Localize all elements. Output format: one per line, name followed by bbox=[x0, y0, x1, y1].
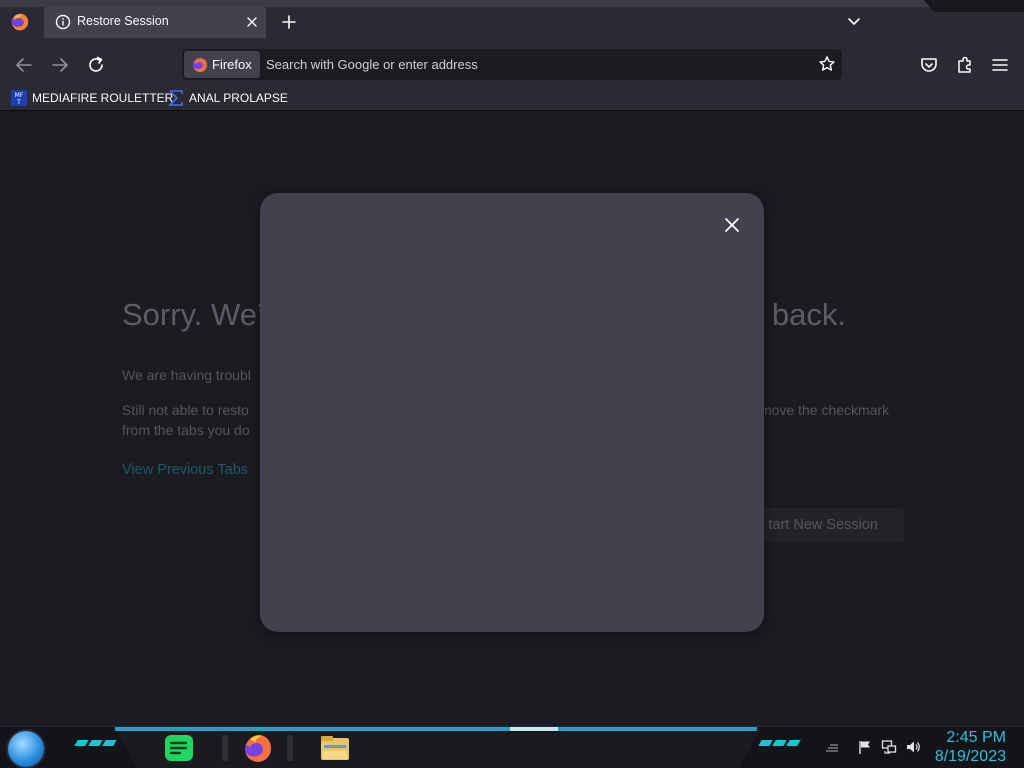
extensions-icon[interactable] bbox=[954, 54, 976, 76]
titlebar-corner-decoration bbox=[924, 0, 1024, 12]
forward-arrow-icon[interactable] bbox=[49, 54, 71, 76]
error-hint-right: move the checkmark bbox=[760, 402, 890, 418]
decoration-dots-left bbox=[74, 740, 117, 746]
clock-time: 2:45 PM bbox=[946, 729, 1006, 746]
file-explorer-icon[interactable] bbox=[319, 732, 351, 764]
error-hint-left: Still not able to resto bbox=[122, 402, 249, 418]
chevron-down-icon[interactable] bbox=[844, 12, 864, 32]
tab-strip: Restore Session bbox=[0, 0, 1024, 44]
show-hidden-icons-icon[interactable] bbox=[824, 739, 840, 755]
taskbar-accent-marker bbox=[510, 727, 558, 731]
taskbar-separator bbox=[287, 735, 293, 761]
tab-restore-session[interactable]: Restore Session bbox=[44, 6, 266, 38]
tab-title: Restore Session bbox=[77, 14, 169, 28]
taskbar-dock bbox=[118, 732, 758, 768]
view-previous-tabs-link[interactable]: View Previous Tabs bbox=[122, 462, 248, 478]
system-clock[interactable]: 2:45 PM 8/19/2023 bbox=[935, 728, 1006, 766]
back-arrow-icon[interactable] bbox=[13, 54, 35, 76]
bookmarks-toolbar: MF T MEDIAFIRE ROULETTER ANAL PROLAPSE bbox=[0, 85, 1024, 111]
bookmark-label: ANAL PROLAPSE bbox=[189, 91, 288, 105]
firefox-menu-icon[interactable] bbox=[10, 12, 30, 32]
new-tab-icon[interactable] bbox=[279, 12, 299, 32]
url-bar[interactable]: Firefox bbox=[182, 49, 842, 80]
search-input[interactable] bbox=[266, 51, 806, 78]
reload-icon[interactable] bbox=[85, 54, 107, 76]
identity-label: Firefox bbox=[212, 57, 252, 72]
start-button[interactable] bbox=[8, 731, 44, 767]
bookmark-star-icon[interactable] bbox=[818, 55, 836, 73]
taskbar: 2:45 PM 8/19/2023 bbox=[0, 726, 1024, 768]
pocket-icon[interactable] bbox=[918, 54, 940, 76]
decoration-dots-right bbox=[758, 740, 801, 746]
hamburger-menu-icon[interactable] bbox=[989, 54, 1011, 76]
mediafire-icon: MF T bbox=[11, 90, 27, 106]
svg-text:MF: MF bbox=[15, 92, 24, 99]
taskbar-separator bbox=[222, 735, 228, 761]
modal-dialog bbox=[260, 193, 764, 632]
network-icon[interactable] bbox=[881, 739, 897, 755]
bookmark-item-sigma[interactable]: ANAL PROLAPSE bbox=[168, 88, 288, 108]
info-icon bbox=[55, 14, 71, 30]
identity-box[interactable]: Firefox bbox=[184, 51, 260, 78]
clock-date: 8/19/2023 bbox=[934, 748, 1006, 765]
notes-app-icon[interactable] bbox=[163, 732, 195, 764]
volume-icon[interactable] bbox=[905, 739, 921, 755]
page-title-left: Sorry. We’ bbox=[122, 297, 264, 332]
start-new-session-button[interactable]: tart New Session bbox=[748, 508, 904, 542]
navigation-toolbar: Firefox bbox=[0, 44, 1024, 85]
error-hint-line2: from the tabs you do bbox=[122, 422, 250, 438]
svg-text:T: T bbox=[16, 99, 21, 106]
bookmark-label: MEDIAFIRE ROULETTER bbox=[32, 91, 174, 105]
firefox-logo-icon bbox=[193, 58, 207, 72]
bookmark-item-mediafire[interactable]: MF T MEDIAFIRE ROULETTER bbox=[11, 88, 173, 108]
taskbar-accent-bar bbox=[115, 727, 757, 731]
flag-icon[interactable] bbox=[857, 739, 873, 755]
close-icon[interactable] bbox=[720, 213, 744, 237]
firefox-window: Restore Session Firefox Search with Goog… bbox=[0, 0, 1024, 768]
page-title-right: back. bbox=[771, 297, 846, 332]
firefox-taskbar-icon[interactable] bbox=[242, 732, 274, 764]
sigma-icon bbox=[168, 90, 183, 106]
error-description: We are having troubl bbox=[122, 367, 251, 383]
page-content: Sorry. We’ back. We are having troubl St… bbox=[0, 112, 1024, 726]
close-tab-icon[interactable] bbox=[244, 14, 260, 30]
